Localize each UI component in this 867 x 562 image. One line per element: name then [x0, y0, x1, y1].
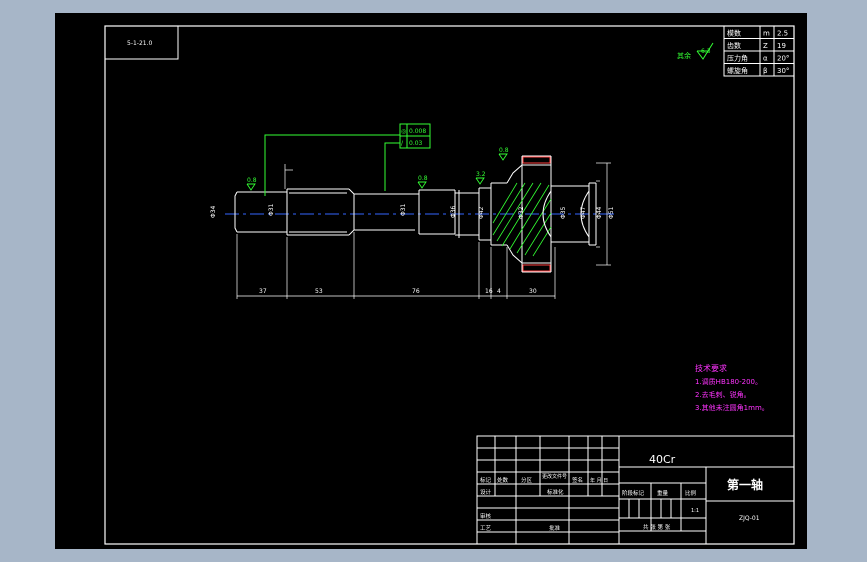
roughness-icon	[475, 177, 485, 185]
gear-param-name: 螺旋角	[727, 66, 748, 75]
tb-review: 审核	[480, 512, 492, 520]
tb-mark: 标记	[480, 476, 492, 484]
diameter-label: Φ36	[450, 205, 457, 218]
length-label: 76	[412, 288, 420, 295]
diameter-label: Φ47	[580, 206, 587, 219]
diameter-label: Φ51	[608, 206, 615, 219]
gear-param-value: 20°	[777, 55, 789, 63]
length-label: 53	[315, 288, 323, 295]
length-label: 37	[259, 288, 267, 295]
tech-req-item-1: 1.调质HB180-200。	[695, 377, 762, 386]
diameter-label: Φ32	[518, 206, 525, 219]
tolerance-value-2: 0.03	[409, 140, 423, 147]
length-label: 30	[529, 288, 537, 295]
tb-change-doc: 更改文件号	[542, 473, 567, 480]
roughness-icon	[417, 181, 427, 189]
dimension-lines	[236, 162, 611, 299]
tolerance-value-1: 0.008	[409, 128, 426, 135]
tb-weight: 重量	[657, 489, 669, 497]
tb-design: 设计	[480, 488, 492, 496]
material-text: 40Cr	[649, 453, 676, 466]
tb-approve: 批准	[549, 524, 561, 532]
scale-text: 1:1	[691, 508, 699, 514]
tb-standardize: 标准化	[547, 488, 564, 496]
diameter-label: Φ35	[560, 206, 567, 219]
gear-teeth-top	[522, 156, 551, 164]
gear-param-value: 19	[777, 42, 786, 50]
roughness-icon	[498, 153, 508, 161]
diameter-label: Φ34	[210, 205, 217, 218]
tolerance-symbol-1: ◎	[401, 128, 406, 135]
tech-req-item-3: 3.其他未注圆角1mm。	[695, 403, 769, 412]
tb-count: 处数	[497, 476, 509, 484]
tb-stage-mark: 阶段标记	[622, 489, 645, 497]
drawing-border	[104, 25, 795, 545]
tech-req-title: 技术要求	[695, 363, 727, 373]
gear-param-name: 齿数	[727, 41, 741, 50]
roughness-value: 0.8	[418, 175, 428, 182]
tb-sheet: 共 张 第 张	[643, 523, 671, 531]
part-name-text: 第一轴	[727, 477, 763, 492]
drawing-no-text: ZJQ-01	[739, 515, 760, 522]
tb-date: 年 月 日	[590, 477, 608, 484]
tech-req-item-2: 2.去毛刺、锐角。	[695, 390, 751, 399]
diameter-label: Φ44	[596, 206, 603, 219]
cad-drawing: 5-1-21.0 模数 m 2.5齿数 Z 19压力角 α 20°螺旋角 β 30° 其余 6.…	[104, 25, 795, 545]
gear-param-name: 模数	[727, 29, 741, 38]
gear-param-value: 2.5	[777, 30, 788, 38]
roughness-rest-label: 其余	[677, 51, 691, 60]
diameter-label: Φ31	[268, 203, 275, 216]
code-text: 5-1-21.0	[127, 40, 153, 47]
tb-scale-label: 比例	[685, 489, 697, 497]
roughness-value: 3.2	[476, 171, 486, 178]
roughness-value: 0.8	[499, 147, 509, 154]
roughness-icon	[246, 183, 256, 191]
diameter-label: Φ42	[478, 206, 485, 219]
length-label: 16	[485, 288, 493, 295]
gear-teeth-bottom	[522, 264, 551, 272]
tb-process: 工艺	[480, 525, 492, 532]
tb-zone: 分区	[521, 476, 533, 484]
diameter-label: Φ31	[400, 203, 407, 216]
gear-param-value: 30°	[777, 67, 789, 75]
gear-param-symbol: β	[763, 67, 767, 75]
gear-param-symbol: m	[763, 30, 770, 38]
gear-param-name: 压力角	[727, 54, 748, 63]
gear-param-symbol: Z	[763, 42, 768, 50]
gear-param-symbol: α	[763, 55, 768, 63]
tb-signature: 签名	[572, 476, 583, 484]
drawing-canvas: 5-1-21.0 模数 m 2.5 齿数 Z 19 压力角 α 20° 螺旋角 β 30° 其余 6.…	[55, 13, 807, 549]
tolerance-symbol-2: /	[401, 140, 404, 147]
roughness-value: 0.8	[247, 177, 257, 184]
length-label: 4	[497, 288, 501, 295]
